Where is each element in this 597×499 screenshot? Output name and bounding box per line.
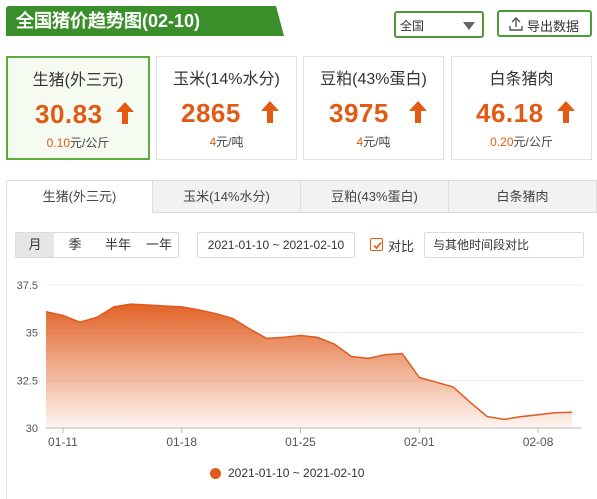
y-tick-label: 37.5	[17, 280, 38, 292]
card-change-unit: 元/吨	[363, 135, 391, 149]
triangle-down-icon	[463, 22, 475, 30]
tab-pork[interactable]: 白条猪肉	[449, 180, 597, 213]
compare-period-input[interactable]: 与其他时间段对比	[424, 232, 584, 258]
card-change: 0.10元/公斤	[8, 134, 148, 151]
card-price: 3975	[329, 98, 389, 128]
x-tick-label: 01-18	[166, 435, 197, 449]
check-icon	[373, 241, 382, 250]
export-data-label: 导出数据	[527, 19, 580, 34]
series-area-fill	[46, 304, 572, 428]
card-change-unit: 元/吨	[216, 135, 244, 149]
card-change: 4元/吨	[157, 133, 296, 150]
price-card-pork[interactable]: 白条猪肉 46.18 0.20元/公斤	[451, 56, 592, 160]
card-change-unit: 元/公斤	[70, 136, 110, 150]
compare-checkbox[interactable]	[370, 238, 383, 251]
card-change-value: 0.10	[46, 136, 70, 150]
card-price: 46.18	[476, 98, 544, 128]
card-price: 30.83	[35, 99, 103, 129]
card-change: 4元/吨	[304, 133, 443, 150]
price-card-hog[interactable]: 生猪(外三元) 30.83 0.10元/公斤	[6, 56, 150, 160]
x-tick-label: 02-01	[404, 435, 435, 449]
x-tick-label: 02-08	[523, 435, 554, 449]
card-name: 白条猪肉	[489, 71, 554, 88]
tab-soymeal[interactable]: 豆粕(43%蛋白)	[301, 180, 449, 213]
compare-label: 对比	[388, 239, 415, 254]
region-select[interactable]: 全国	[394, 11, 484, 38]
legend-label: 2021-01-10 ~ 2021-02-10	[228, 466, 365, 480]
price-trend-chart: 30 32.5 35 37.5 01-11 01-18 01-25 02-01 02-08	[17, 280, 582, 449]
card-name: 生猪(外三元)	[32, 72, 124, 89]
region-select-value: 全国	[400, 19, 425, 33]
period-month-button[interactable]: 月	[16, 233, 54, 257]
y-tick-label: 35	[26, 328, 38, 340]
x-tick-label: 01-25	[285, 435, 316, 449]
period-half-year-button[interactable]: 半年	[98, 233, 138, 257]
tab-hog[interactable]: 生猪(外三元)	[6, 180, 153, 213]
card-change: 0.20元/公斤	[452, 133, 591, 150]
export-data-button[interactable]: 导出数据	[497, 10, 592, 37]
card-change-unit: 元/公斤	[513, 135, 553, 149]
price-card-corn[interactable]: 玉米(14%水分) 2865 4元/吨	[156, 56, 297, 160]
card-change-value: 0.20	[490, 135, 514, 149]
card-name: 豆粕(43%蛋白)	[320, 71, 427, 88]
card-name: 玉米(14%水分)	[173, 71, 280, 88]
commodity-tab-strip: 生猪(外三元) 玉米(14%水分) 豆粕(43%蛋白) 白条猪肉	[6, 180, 597, 213]
tab-corn[interactable]: 玉米(14%水分)	[153, 180, 301, 213]
date-range-picker[interactable]: 2021-01-10 ~ 2021-02-10	[197, 232, 355, 258]
period-selector: 月 季 半年 一年	[15, 232, 179, 258]
y-tick-label: 32.5	[17, 375, 38, 387]
price-card-soymeal[interactable]: 豆粕(43%蛋白) 3975 4元/吨	[303, 56, 444, 160]
card-price: 2865	[181, 98, 241, 128]
x-tick-label: 01-11	[48, 435, 78, 449]
up-arrow-icon	[557, 101, 575, 123]
up-arrow-icon	[261, 101, 279, 123]
legend-marker	[210, 468, 221, 479]
up-arrow-icon	[116, 102, 134, 124]
page-title-text: 全国猪价趋势图(02-10)	[16, 11, 201, 31]
period-year-button[interactable]: 一年	[140, 233, 178, 257]
page-title: 全国猪价趋势图(02-10)	[6, 6, 284, 36]
period-quarter-button[interactable]: 季	[58, 233, 92, 257]
y-tick-label: 30	[26, 423, 38, 435]
upload-icon	[509, 17, 523, 31]
up-arrow-icon	[409, 101, 427, 123]
